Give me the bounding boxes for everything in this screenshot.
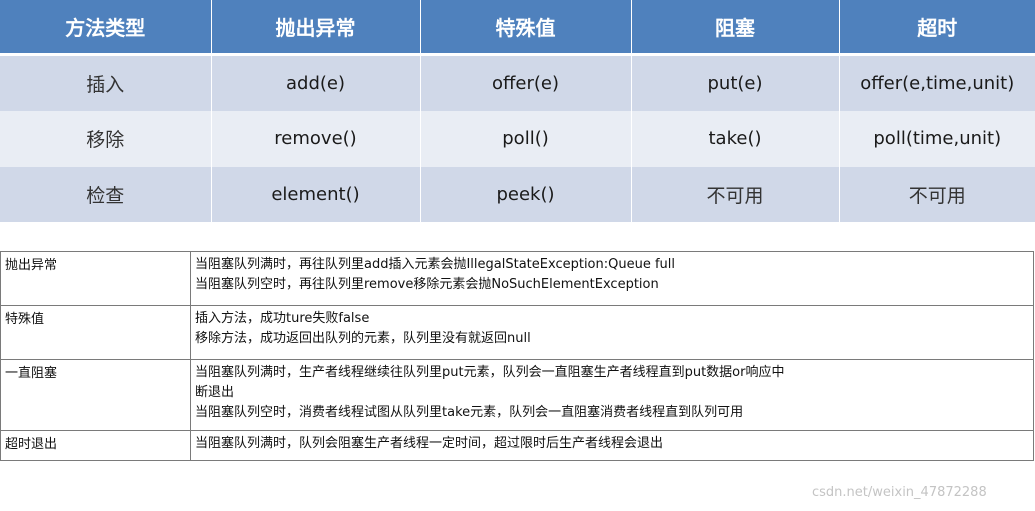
cell-poll-timeout: poll(time,unit) [839,111,1035,167]
desc-value: 当阻塞队列满时，队列会阻塞生产者线程一定时间，超过限时后生产者线程会退出 [190,430,1034,461]
header-block: 阻塞 [631,0,840,56]
cell-offer-timeout: offer(e,time,unit) [839,54,1035,112]
row-label-remove: 移除 [0,111,212,167]
row-label-examine: 检查 [0,166,212,222]
cell-offer: offer(e) [420,54,632,112]
desc-line: 断退出 [195,385,235,400]
desc-value: 插入方法，成功ture失败false 移除方法，成功返回出队列的元素，队列里没有… [190,305,1034,360]
desc-line: 当阻塞队列满时，再往队列里add插入元素会抛IllegalStateExcept… [195,257,676,272]
table-row-examine: 检查 element() peek() 不可用 不可用 [0,166,1035,222]
desc-line: 当阻塞队列空时，消费者线程试图从队列里take元素，队列会一直阻塞消费者线程直到… [195,405,744,420]
cell-put: put(e) [631,54,840,112]
cell-remove: remove() [211,111,421,167]
desc-value: 当阻塞队列满时，生产者线程继续往队列里put元素，队列会一直阻塞生产者线程直到p… [190,359,1034,431]
cell-peek: peek() [420,166,632,222]
desc-line: 当阻塞队列空时，再往队列里remove移除元素会抛NoSuchElementEx… [195,277,659,292]
row-label-insert: 插入 [0,54,212,112]
desc-key: 特殊值 [0,305,191,360]
desc-line: 移除方法，成功返回出队列的元素，队列里没有就返回null [195,331,531,346]
desc-line: 当阻塞队列满时，队列会阻塞生产者线程一定时间，超过限时后生产者线程会退出 [195,436,664,451]
header-special-value: 特殊值 [420,0,632,56]
desc-line: 当阻塞队列满时，生产者线程继续往队列里put元素，队列会一直阻塞生产者线程直到p… [195,365,785,380]
cell-block-unavailable: 不可用 [631,166,840,222]
desc-row-throw-exception: 抛出异常 当阻塞队列满时，再往队列里add插入元素会抛IllegalStateE… [0,251,1034,306]
desc-line: 插入方法，成功ture失败false [195,311,370,326]
table-row-remove: 移除 remove() poll() take() poll(time,unit… [0,111,1035,167]
desc-key: 一直阻塞 [0,359,191,431]
cell-element: element() [211,166,421,222]
desc-row-special-value: 特殊值 插入方法，成功ture失败false 移除方法，成功返回出队列的元素，队… [0,305,1034,360]
methods-table-header-row: 方法类型 抛出异常 特殊值 阻塞 超时 [0,0,1035,56]
desc-key: 抛出异常 [0,251,191,306]
desc-row-timeout-exit: 超时退出 当阻塞队列满时，队列会阻塞生产者线程一定时间，超过限时后生产者线程会退… [0,430,1034,461]
header-throw-exception: 抛出异常 [211,0,421,56]
methods-table: 方法类型 抛出异常 特殊值 阻塞 超时 插入 add(e) offer(e) p… [0,0,1035,222]
desc-row-block: 一直阻塞 当阻塞队列满时，生产者线程继续往队列里put元素，队列会一直阻塞生产者… [0,359,1034,431]
cell-add: add(e) [211,54,421,112]
cell-timeout-unavailable: 不可用 [839,166,1035,222]
header-timeout: 超时 [839,0,1035,56]
description-table: 抛出异常 当阻塞队列满时，再往队列里add插入元素会抛IllegalStateE… [0,251,1034,461]
desc-value: 当阻塞队列满时，再往队列里add插入元素会抛IllegalStateExcept… [190,251,1034,306]
header-method-type: 方法类型 [0,0,212,56]
table-row-insert: 插入 add(e) offer(e) put(e) offer(e,time,u… [0,54,1035,112]
cell-poll: poll() [420,111,632,167]
cell-take: take() [631,111,840,167]
desc-key: 超时退出 [0,430,191,461]
watermark: csdn.net/weixin_47872288 [812,485,987,500]
